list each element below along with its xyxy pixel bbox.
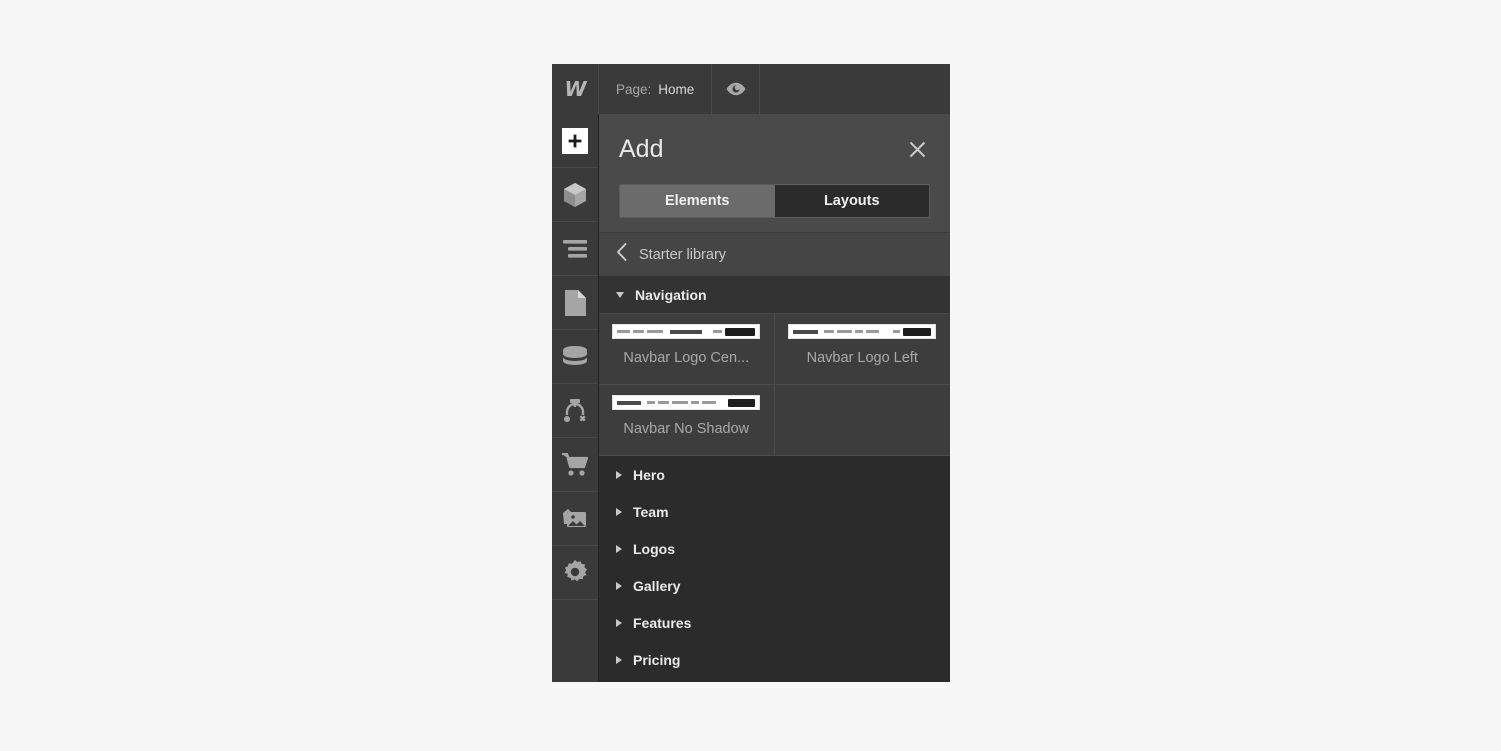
components-box-icon bbox=[562, 182, 588, 208]
panel-header-spacer bbox=[599, 218, 950, 232]
sidebar-item-components[interactable] bbox=[552, 168, 598, 222]
sidebar-item-bindings[interactable] bbox=[552, 384, 598, 438]
tab-elements[interactable]: Elements bbox=[620, 185, 775, 217]
eye-icon bbox=[723, 76, 749, 102]
panel-tabs: Elements Layouts bbox=[619, 184, 930, 218]
page-document-icon bbox=[562, 289, 588, 316]
database-stack-icon bbox=[562, 344, 588, 370]
group-label: Gallery bbox=[633, 577, 681, 594]
chevron-right-icon bbox=[616, 544, 622, 553]
close-icon[interactable] bbox=[904, 136, 930, 162]
designer-body: Add Elements Layouts Starter library Nav… bbox=[552, 114, 950, 682]
breadcrumb[interactable]: Starter library bbox=[599, 232, 950, 276]
group-label: Team bbox=[633, 503, 669, 520]
sidebar-item-add[interactable] bbox=[552, 114, 598, 168]
page-title: Add bbox=[619, 134, 664, 163]
group-label: Logos bbox=[633, 540, 675, 557]
webflow-logo-button[interactable]: W bbox=[552, 64, 599, 114]
chevron-right-icon bbox=[616, 618, 622, 627]
navbar-logo-left-thumbnail bbox=[788, 324, 937, 339]
group-header-logos[interactable]: Logos bbox=[599, 530, 950, 567]
layout-card-label: Navbar Logo Left bbox=[806, 350, 918, 366]
chevron-right-icon bbox=[616, 470, 622, 479]
data-binding-icon bbox=[562, 398, 588, 424]
page-name: Home bbox=[658, 81, 695, 97]
layout-card-label: Navbar No Shadow bbox=[623, 421, 750, 437]
left-toolbar bbox=[552, 114, 599, 682]
plus-icon bbox=[562, 127, 588, 154]
group-header-features[interactable]: Features bbox=[599, 604, 950, 641]
preview-toggle-button[interactable] bbox=[712, 64, 761, 114]
add-panel: Add Elements Layouts Starter library Nav… bbox=[599, 114, 950, 682]
navbar-logo-center-thumbnail bbox=[612, 324, 761, 339]
layout-card-label: Navbar Logo Cen... bbox=[623, 350, 750, 366]
chevron-right-icon bbox=[616, 655, 622, 664]
group-header-hero[interactable]: Hero bbox=[599, 456, 950, 493]
webflow-designer-window: W Page: Home Add Elements Layouts Starte… bbox=[552, 64, 950, 682]
sidebar-item-cms[interactable] bbox=[552, 330, 598, 384]
sidebar-item-pages[interactable] bbox=[552, 276, 598, 330]
group-header-team[interactable]: Team bbox=[599, 493, 950, 530]
navigator-lines-icon bbox=[562, 236, 588, 262]
top-bar-filler bbox=[760, 64, 950, 114]
sidebar-item-settings[interactable] bbox=[552, 546, 598, 600]
chevron-down-icon bbox=[616, 291, 624, 298]
chevron-right-icon bbox=[616, 507, 622, 516]
left-toolbar-filler bbox=[552, 600, 598, 682]
sidebar-item-navigator[interactable] bbox=[552, 222, 598, 276]
group-header-pricing[interactable]: Pricing bbox=[599, 641, 950, 678]
sidebar-item-ecommerce[interactable] bbox=[552, 438, 598, 492]
top-bar: W Page: Home bbox=[552, 64, 950, 114]
page-selector[interactable]: Page: Home bbox=[599, 64, 713, 114]
group-label: Features bbox=[633, 614, 692, 631]
layout-card-navbar-logo-left[interactable]: Navbar Logo Left bbox=[774, 314, 950, 385]
tab-layouts[interactable]: Layouts bbox=[774, 185, 929, 217]
gear-icon bbox=[562, 559, 588, 586]
navbar-no-shadow-thumbnail bbox=[612, 395, 761, 410]
page-label: Page: bbox=[616, 81, 652, 97]
layout-card-empty bbox=[774, 385, 950, 456]
group-header-navigation[interactable]: Navigation bbox=[599, 276, 950, 313]
group-label: Pricing bbox=[633, 651, 681, 668]
chevron-left-icon[interactable] bbox=[616, 243, 627, 266]
group-label: Navigation bbox=[635, 286, 707, 303]
add-panel-header: Add Elements Layouts bbox=[599, 114, 950, 218]
chevron-right-icon bbox=[616, 581, 622, 590]
group-header-gallery[interactable]: Gallery bbox=[599, 567, 950, 604]
layout-card-navbar-logo-center[interactable]: Navbar Logo Cen... bbox=[599, 314, 775, 385]
library-list: Navigation Navbar Logo Cen... Navbar Log… bbox=[599, 276, 950, 682]
layout-grid-navigation: Navbar Logo Cen... Navbar Logo Left Navb… bbox=[599, 313, 950, 456]
breadcrumb-label: Starter library bbox=[639, 246, 727, 263]
layout-card-navbar-no-shadow[interactable]: Navbar No Shadow bbox=[599, 385, 775, 456]
shopping-cart-icon bbox=[562, 452, 588, 478]
sidebar-item-assets[interactable] bbox=[552, 492, 598, 546]
group-label: Hero bbox=[633, 466, 665, 483]
image-assets-icon bbox=[562, 506, 588, 532]
webflow-logo-icon: W bbox=[564, 77, 586, 101]
